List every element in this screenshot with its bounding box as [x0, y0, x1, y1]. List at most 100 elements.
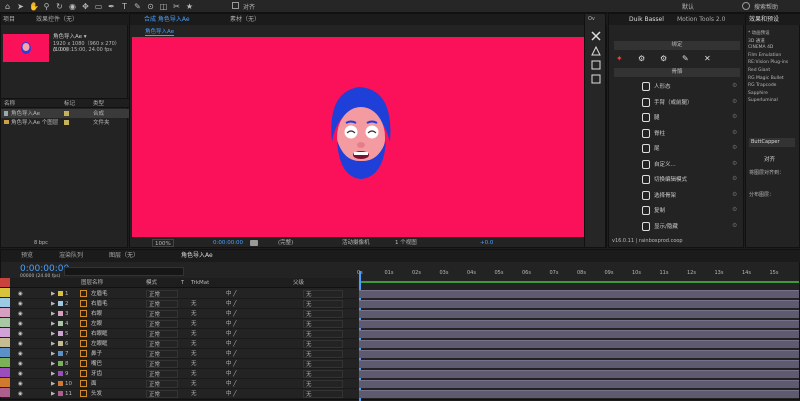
duik-item[interactable]: 切换编辑模式 ⚙ [614, 173, 740, 186]
duik-item[interactable]: 复制 ⚙ [614, 204, 740, 217]
mode-dropdown[interactable]: 正常 [146, 290, 178, 298]
footage-tab[interactable]: 素材（无） [230, 15, 260, 25]
settings-gear-icon[interactable]: ⚙ [732, 206, 737, 213]
roto-icon[interactable]: ✂ [172, 2, 181, 11]
render-queue-tab[interactable]: 渲染队列 [59, 251, 83, 261]
table-row[interactable]: ◉ ▶ 2 右眉毛 正常 无 中 ╱ 无 [1, 299, 357, 309]
trkmat-dropdown[interactable]: 无 [191, 320, 197, 328]
effects-category[interactable]: Sapphire [748, 91, 768, 96]
layer-name[interactable]: 嘴巴 [91, 360, 102, 368]
align-tab[interactable]: 对齐 [764, 155, 775, 163]
mode-dropdown[interactable]: 正常 [146, 340, 178, 348]
layer-name[interactable]: 左眉毛 [91, 290, 108, 298]
table-row[interactable]: ◉ ▶ 11 头发 正常 无 中 ╱ 无 [1, 389, 357, 399]
effects-category[interactable]: Red Giant [748, 68, 770, 73]
settings-gear-icon[interactable]: ⚙ [732, 191, 737, 198]
label-color[interactable] [0, 288, 10, 297]
layer-name[interactable]: 右眼 [91, 310, 102, 318]
layer-duration-bar[interactable] [359, 360, 799, 368]
eye-icon[interactable]: ◉ [18, 350, 23, 358]
table-row[interactable]: ◉ ▶ 4 左眼 正常 无 中 ╱ 无 [1, 319, 357, 329]
label-swatch[interactable] [58, 391, 63, 396]
layer-name[interactable]: 头发 [91, 390, 102, 398]
layer-name[interactable]: 牙齿 [91, 370, 102, 378]
table-row[interactable]: ◉ ▶ 6 左眼眶 正常 无 中 ╱ 无 [1, 339, 357, 349]
time-ruler[interactable]: 0s01s02s03s04s05s06s07s08s09s10s11s12s13… [357, 270, 800, 279]
label-swatch[interactable] [58, 381, 63, 386]
search-icon[interactable] [742, 2, 750, 10]
layer-name[interactable]: 左眼 [91, 320, 102, 328]
trkmat-dropdown[interactable]: 无 [191, 340, 197, 348]
comp-breadcrumb[interactable]: 角色导入Ae [145, 27, 175, 36]
mode-dropdown[interactable]: 正常 [146, 330, 178, 338]
label-swatch[interactable] [58, 311, 63, 316]
eye-icon[interactable]: ◉ [18, 330, 23, 338]
switches[interactable]: 中 ╱ [226, 300, 237, 308]
layer-duration-bar[interactable] [359, 380, 799, 388]
switches[interactable]: 中 ╱ [226, 290, 237, 298]
layer-name[interactable]: 左眼眶 [91, 340, 108, 348]
wrench-icon[interactable]: ✕ [704, 54, 711, 63]
settings-gear-icon[interactable]: ⚙ [732, 82, 737, 89]
layer-duration-bar[interactable] [359, 300, 799, 308]
effects-category[interactable]: 3D 通道 [748, 38, 765, 44]
arrow-icon[interactable]: ➤ [16, 2, 25, 11]
effects-tab[interactable]: 效果和预设 [749, 15, 779, 25]
label-color[interactable] [0, 388, 10, 397]
switches[interactable]: 中 ╱ [226, 380, 237, 388]
label-swatch[interactable] [58, 361, 63, 366]
mode-dropdown[interactable]: 正常 [146, 350, 178, 358]
expand-icon[interactable]: ▶ [51, 330, 55, 338]
settings-gear-icon[interactable]: ⚙ [732, 129, 737, 136]
parent-dropdown[interactable]: 无 [303, 300, 343, 308]
layer-tab[interactable]: 图层（无） [109, 251, 139, 261]
layer-name[interactable]: 右眉毛 [91, 300, 108, 308]
table-row[interactable]: ◉ ▶ 10 面 正常 无 中 ╱ 无 [1, 379, 357, 389]
table-row[interactable]: ◉ ▶ 9 牙齿 正常 无 中 ╱ 无 [1, 369, 357, 379]
col-trkmat[interactable]: TrkMat [191, 279, 209, 287]
settings-gear-icon[interactable]: ⚙ [732, 113, 737, 120]
mode-dropdown[interactable]: 正常 [146, 310, 178, 318]
label-color[interactable] [0, 318, 10, 327]
label-swatch[interactable] [58, 351, 63, 356]
switches[interactable]: 中 ╱ [226, 390, 237, 398]
settings-gear-icon[interactable]: ⚙ [732, 144, 737, 151]
settings-gear-icon[interactable]: ⚙ [732, 175, 737, 182]
col-mode[interactable]: 模式 [146, 279, 157, 287]
layer-name[interactable]: 面 [91, 380, 97, 388]
duik-item[interactable]: 选择骨架 ⚙ [614, 189, 740, 202]
parent-dropdown[interactable]: 无 [303, 350, 343, 358]
eye-icon[interactable]: ◉ [18, 340, 23, 348]
effects-category[interactable]: Superluminal [748, 98, 778, 103]
zoom-icon[interactable]: ⚲ [42, 2, 51, 11]
duik-item[interactable]: 显示/隐藏 ⚙ [614, 220, 740, 233]
switches[interactable]: 中 ╱ [226, 370, 237, 378]
mode-dropdown[interactable]: 正常 [146, 360, 178, 368]
switches[interactable]: 中 ╱ [226, 350, 237, 358]
tools-icon[interactable]: ✎ [682, 54, 689, 63]
resolution-dropdown[interactable]: (完整) [278, 239, 293, 247]
switches[interactable]: 中 ╱ [226, 360, 237, 368]
expand-icon[interactable]: ▶ [51, 320, 55, 328]
label-swatch[interactable] [58, 291, 63, 296]
duik-item[interactable]: 腿 ⚙ [614, 111, 740, 124]
switches[interactable]: 中 ╱ [226, 320, 237, 328]
layer-duration-bar[interactable] [359, 370, 799, 378]
timeline-timecode[interactable]: 0:00:00:00 [20, 264, 69, 274]
preview-tab[interactable]: 预览 [21, 251, 33, 261]
label-swatch[interactable] [58, 321, 63, 326]
effects-category[interactable]: RG Trapcode [748, 83, 776, 88]
label-swatch[interactable] [58, 371, 63, 376]
home-icon[interactable]: ⌂ [3, 2, 12, 11]
expand-icon[interactable]: ▶ [51, 370, 55, 378]
timeline-comp-tab[interactable]: 角色导入Ae [181, 251, 213, 261]
workspace-default[interactable]: 默认 [682, 2, 694, 11]
effects-category[interactable]: CINEMA 4D [748, 45, 773, 50]
stamp-icon[interactable]: ⊙ [146, 2, 155, 11]
parent-dropdown[interactable]: 无 [303, 330, 343, 338]
eye-icon[interactable]: ◉ [18, 370, 23, 378]
expand-icon[interactable]: ▶ [51, 300, 55, 308]
search-help[interactable]: 搜索帮助 [754, 2, 778, 11]
project-item-comp[interactable]: 角色导入Ae 合成 [1, 109, 129, 118]
gear2-icon[interactable]: ⚙ [660, 54, 667, 63]
